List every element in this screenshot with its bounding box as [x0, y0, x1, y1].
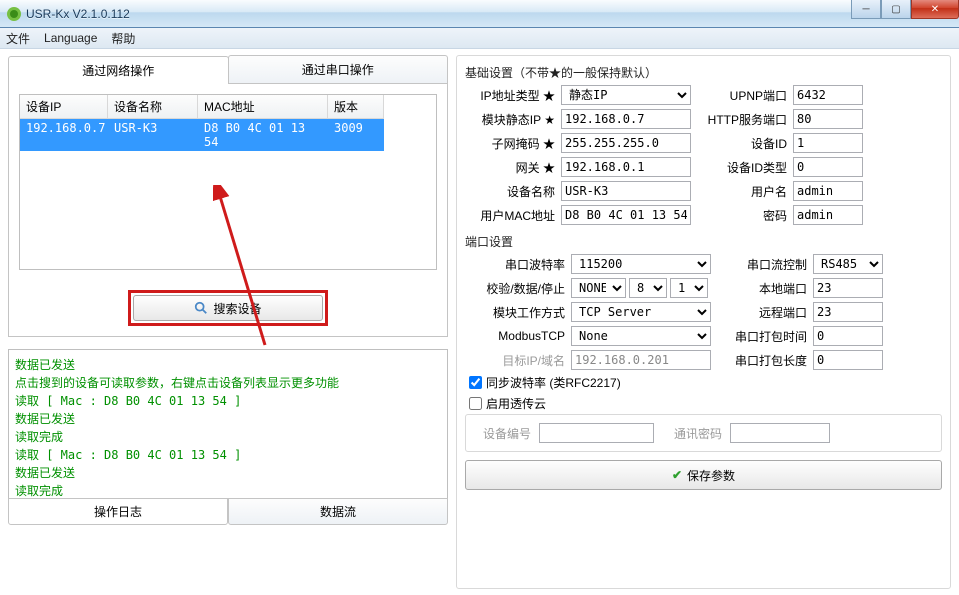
dev-name-label: 设备名称: [465, 183, 555, 200]
menu-file[interactable]: 文件: [6, 30, 30, 47]
cloud-id-input: [539, 423, 654, 443]
flow-label: 串口流控制: [717, 256, 807, 273]
ip-type-label: IP地址类型 ★: [465, 87, 555, 104]
cell-mac: D8 B0 4C 01 13 54: [198, 119, 328, 151]
titlebar: USR-Kx V2.1.0.112 ─ ▢ ✕: [0, 0, 959, 28]
log-line: 数据已发送: [15, 356, 441, 374]
log-line: 点击搜到的设备可读取参数，右键点击设备列表显示更多功能: [15, 374, 441, 392]
col-name[interactable]: 设备名称: [108, 95, 198, 119]
dev-id-type-input[interactable]: [793, 157, 863, 177]
cloud-pwd-input: [730, 423, 830, 443]
http-port-input[interactable]: [793, 109, 863, 129]
log-line: 数据已发送: [15, 464, 441, 482]
sync-baud-checkbox[interactable]: [469, 376, 482, 389]
pack-len-input[interactable]: [813, 350, 883, 370]
modbus-select[interactable]: None: [571, 326, 711, 346]
databits-select[interactable]: 8: [629, 278, 667, 298]
http-port-label: HTTP服务端口: [697, 111, 787, 128]
menu-language[interactable]: Language: [44, 31, 97, 45]
psp-label: 校验/数据/停止: [465, 280, 565, 297]
search-button-label: 搜索设备: [213, 300, 261, 317]
cloud-pwd-label: 通讯密码: [662, 425, 722, 442]
check-icon: ✔: [672, 468, 682, 482]
password-label: 密码: [697, 207, 787, 224]
search-button-highlight: 搜索设备: [128, 290, 328, 326]
static-ip-label: 模块静态IP ★: [465, 111, 555, 128]
menu-help[interactable]: 帮助: [111, 30, 135, 47]
flow-select[interactable]: RS485: [813, 254, 883, 274]
subnet-input[interactable]: [561, 133, 691, 153]
pack-len-label: 串口打包长度: [717, 352, 807, 369]
dev-id-type-label: 设备ID类型: [697, 159, 787, 176]
tab-network[interactable]: 通过网络操作: [8, 56, 229, 84]
local-port-label: 本地端口: [717, 280, 807, 297]
enable-cloud-checkbox[interactable]: [469, 397, 482, 410]
maximize-button[interactable]: ▢: [881, 0, 911, 19]
col-ver[interactable]: 版本: [328, 95, 384, 119]
modbus-label: ModbusTCP: [465, 329, 565, 343]
log-tabbar: 操作日志 数据流: [8, 498, 448, 525]
cell-name: USR-K3: [108, 119, 198, 151]
target-host-label: 目标IP/域名: [465, 352, 565, 369]
log-output[interactable]: 数据已发送 点击搜到的设备可读取参数，右键点击设备列表显示更多功能 读取 [ M…: [8, 349, 448, 499]
parity-select[interactable]: NONE: [571, 278, 626, 298]
save-button-label: 保存参数: [687, 467, 735, 484]
stopbits-select[interactable]: 1: [670, 278, 708, 298]
menubar: 文件 Language 帮助: [0, 28, 959, 49]
window-title: USR-Kx V2.1.0.112: [26, 7, 130, 21]
log-line: 读取 [ Mac : D8 B0 4C 01 13 54 ]: [15, 392, 441, 410]
cloud-box: 设备编号 通讯密码: [465, 414, 942, 452]
tab-serial[interactable]: 通过串口操作: [228, 55, 449, 83]
dev-id-input[interactable]: [793, 133, 863, 153]
search-device-button[interactable]: 搜索设备: [133, 295, 323, 321]
gateway-label: 网关 ★: [465, 159, 555, 176]
upnp-port-input[interactable]: [793, 85, 863, 105]
username-input[interactable]: [793, 181, 863, 201]
upnp-port-label: UPNP端口: [697, 87, 787, 104]
remote-port-label: 远程端口: [717, 304, 807, 321]
app-icon: [6, 6, 22, 22]
col-mac[interactable]: MAC地址: [198, 95, 328, 119]
basic-settings-title: 基础设置（不带★的一般保持默认）: [465, 64, 942, 81]
log-line: 读取完成: [15, 482, 441, 499]
pack-time-input[interactable]: [813, 326, 883, 346]
sync-baud-label: 同步波特率 (类RFC2217): [486, 374, 621, 391]
log-line: 读取完成: [15, 428, 441, 446]
log-line: 数据已发送: [15, 410, 441, 428]
search-icon: [194, 301, 208, 315]
work-mode-select[interactable]: TCP Server: [571, 302, 711, 322]
col-ip[interactable]: 设备IP: [20, 95, 108, 119]
user-mac-input[interactable]: [561, 205, 691, 225]
baud-label: 串口波特率: [465, 256, 565, 273]
dev-id-label: 设备ID: [697, 135, 787, 152]
cloud-id-label: 设备编号: [476, 425, 531, 442]
baud-select[interactable]: 115200: [571, 254, 711, 274]
work-mode-label: 模块工作方式: [465, 304, 565, 321]
minimize-button[interactable]: ─: [851, 0, 881, 19]
save-params-button[interactable]: ✔ 保存参数: [465, 460, 942, 490]
tab-log[interactable]: 操作日志: [8, 498, 228, 525]
subnet-label: 子网掩码 ★: [465, 135, 555, 152]
local-port-input[interactable]: [813, 278, 883, 298]
device-table[interactable]: 设备IP 设备名称 MAC地址 版本 192.168.0.7 USR-K3 D8…: [19, 94, 437, 270]
close-button[interactable]: ✕: [911, 0, 959, 19]
tab-dataflow[interactable]: 数据流: [228, 498, 448, 525]
user-mac-label: 用户MAC地址: [465, 207, 555, 224]
dev-name-input[interactable]: [561, 181, 691, 201]
password-input[interactable]: [793, 205, 863, 225]
port-settings-title: 端口设置: [465, 233, 942, 250]
enable-cloud-label: 启用透传云: [486, 395, 546, 412]
cell-ip: 192.168.0.7: [20, 119, 108, 151]
pack-time-label: 串口打包时间: [717, 328, 807, 345]
left-tabbar: 通过网络操作 通过串口操作: [8, 55, 448, 84]
static-ip-input[interactable]: [561, 109, 691, 129]
ip-type-select[interactable]: 静态IP: [561, 85, 691, 105]
target-host-input: [571, 350, 711, 370]
gateway-input[interactable]: [561, 157, 691, 177]
remote-port-input[interactable]: [813, 302, 883, 322]
cell-ver: 3009: [328, 119, 384, 151]
log-line: 读取 [ Mac : D8 B0 4C 01 13 54 ]: [15, 446, 441, 464]
username-label: 用户名: [697, 183, 787, 200]
